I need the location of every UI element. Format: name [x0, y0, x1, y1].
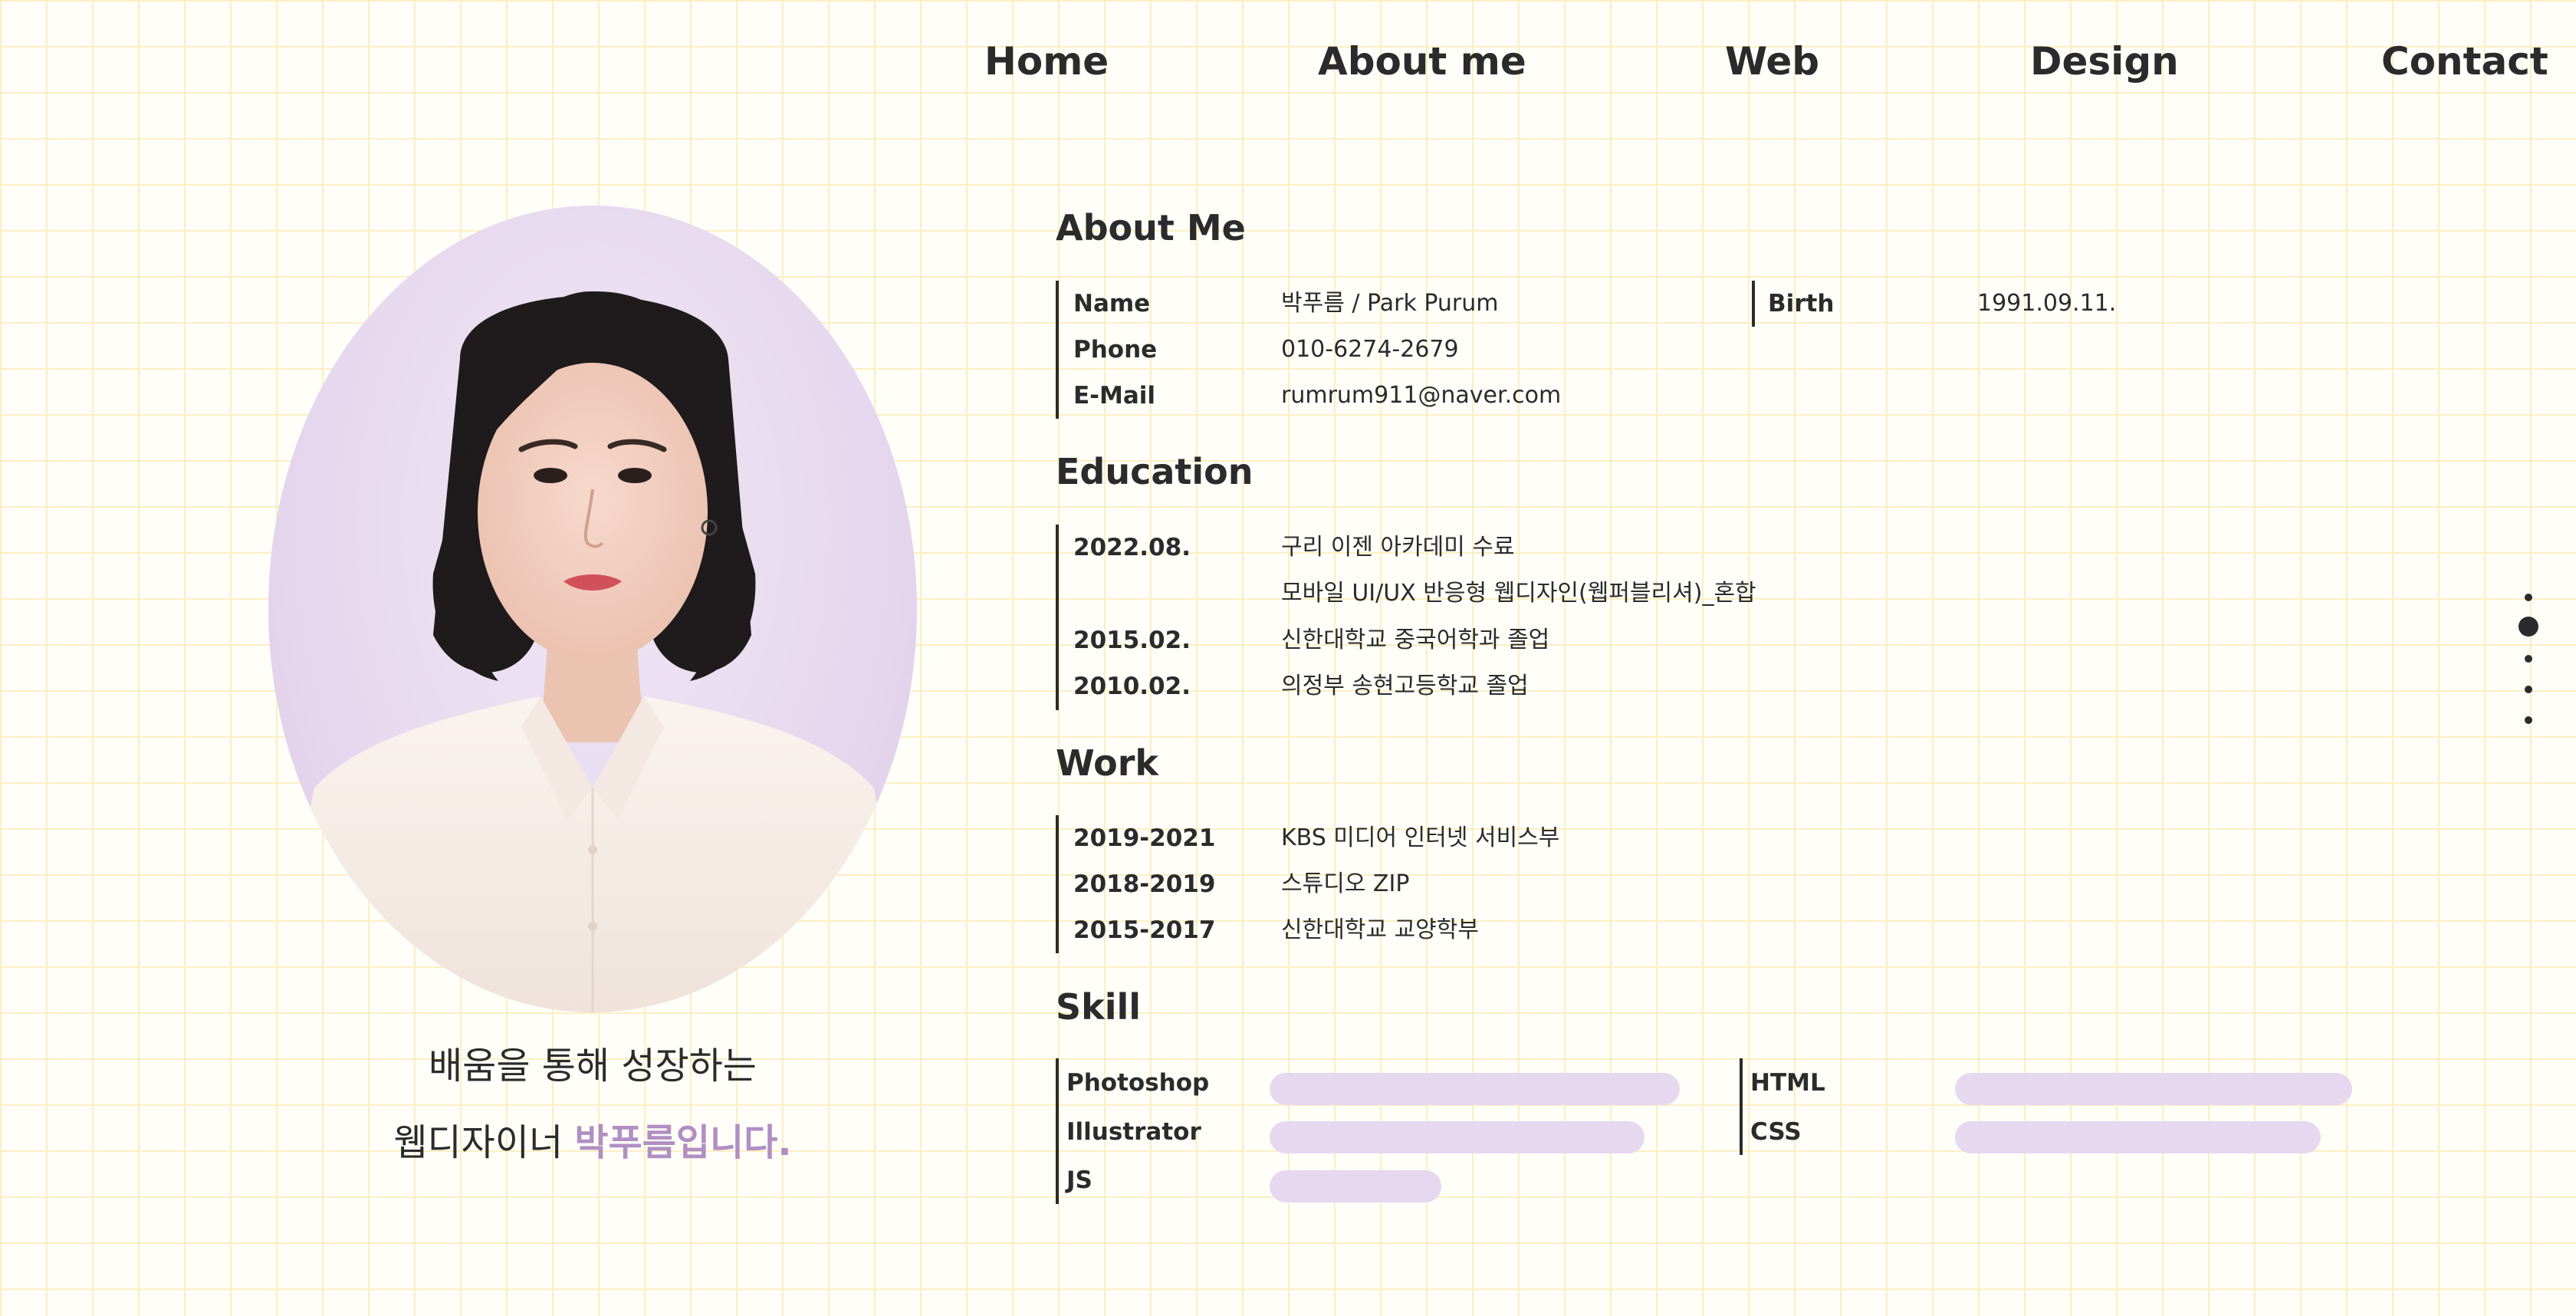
- tagline-name: 박푸름입니다.: [574, 1121, 792, 1164]
- work-period: 2015-2017: [1073, 916, 1216, 944]
- skill-bar-js: [1270, 1170, 1441, 1202]
- skill-name: CSS: [1750, 1118, 1802, 1146]
- work-place: KBS 미디어 인터넷 서비스부: [1281, 824, 1560, 851]
- education-title: Education: [1056, 451, 1254, 492]
- page-dot[interactable]: [2525, 686, 2532, 693]
- birth-value: 1991.09.11.: [1977, 290, 2117, 317]
- work-place: 스튜디오 ZIP: [1281, 870, 1410, 897]
- about-divider: [1056, 281, 1059, 419]
- email-value: rumrum911@naver.com: [1281, 382, 1562, 409]
- tagline-prefix: 웹디자이너: [393, 1121, 575, 1164]
- nav-web-link[interactable]: Web: [1725, 31, 1819, 92]
- nav-design-link[interactable]: Design: [2030, 31, 2179, 92]
- tagline-line2: 웹디자이너 박푸름입니다.: [268, 1112, 917, 1166]
- skill-divider-right: [1740, 1058, 1743, 1155]
- phone-value: 010-6274-2679: [1281, 336, 1459, 363]
- page-dot-active[interactable]: [2518, 617, 2538, 637]
- education-date: 2022.08.: [1073, 534, 1191, 561]
- profile-photo-illustration: [268, 291, 917, 1012]
- work-title: Work: [1056, 742, 1158, 784]
- name-label: Name: [1073, 290, 1151, 317]
- birth-divider: [1752, 281, 1755, 327]
- skill-bar-html: [1955, 1073, 2352, 1105]
- skill-name: HTML: [1750, 1069, 1825, 1097]
- education-date: 2010.02.: [1073, 673, 1191, 700]
- phone-label: Phone: [1073, 336, 1158, 364]
- skill-bar-illustrator: [1270, 1121, 1644, 1153]
- work-place: 신한대학교 교양학부: [1281, 916, 1479, 943]
- education-item: 신한대학교 중국어학과 졸업: [1281, 627, 1550, 653]
- skill-title: Skill: [1056, 986, 1142, 1028]
- about-title: About Me: [1056, 207, 1246, 248]
- page-dot[interactable]: [2525, 594, 2532, 601]
- profile-photo: [268, 206, 917, 1012]
- skill-name: JS: [1066, 1166, 1092, 1194]
- work-period: 2019-2021: [1073, 824, 1216, 852]
- nav-home-link[interactable]: Home: [984, 31, 1109, 92]
- education-divider: [1056, 525, 1059, 710]
- skill-name: Photoshop: [1066, 1069, 1210, 1097]
- skill-bar-photoshop: [1270, 1073, 1680, 1105]
- education-item-detail: 모바일 UI/UX 반응형 웹디자인(웹퍼블리셔)_혼합: [1281, 580, 1756, 607]
- work-period: 2018-2019: [1073, 870, 1216, 898]
- education-item: 구리 이젠 아카데미 수료: [1281, 534, 1515, 561]
- nav-about-link[interactable]: About me: [1318, 31, 1526, 92]
- top-nav: Home About me Web Design Contact: [0, 31, 2576, 92]
- page-dot[interactable]: [2525, 655, 2532, 663]
- work-divider: [1056, 815, 1059, 953]
- tagline-line1: 배움을 통해 성장하는: [429, 1045, 757, 1087]
- birth-label: Birth: [1768, 290, 1835, 317]
- skill-divider-left: [1056, 1058, 1059, 1204]
- skill-name: Illustrator: [1066, 1118, 1201, 1146]
- name-value: 박푸름 / Park Purum: [1281, 290, 1499, 317]
- skill-bar-css: [1955, 1121, 2321, 1153]
- nav-contact-link[interactable]: Contact: [2381, 31, 2548, 92]
- email-label: E-Mail: [1073, 382, 1156, 410]
- education-date: 2015.02.: [1073, 627, 1191, 654]
- page-dot[interactable]: [2525, 716, 2532, 724]
- education-item: 의정부 송현고등학교 졸업: [1281, 673, 1529, 699]
